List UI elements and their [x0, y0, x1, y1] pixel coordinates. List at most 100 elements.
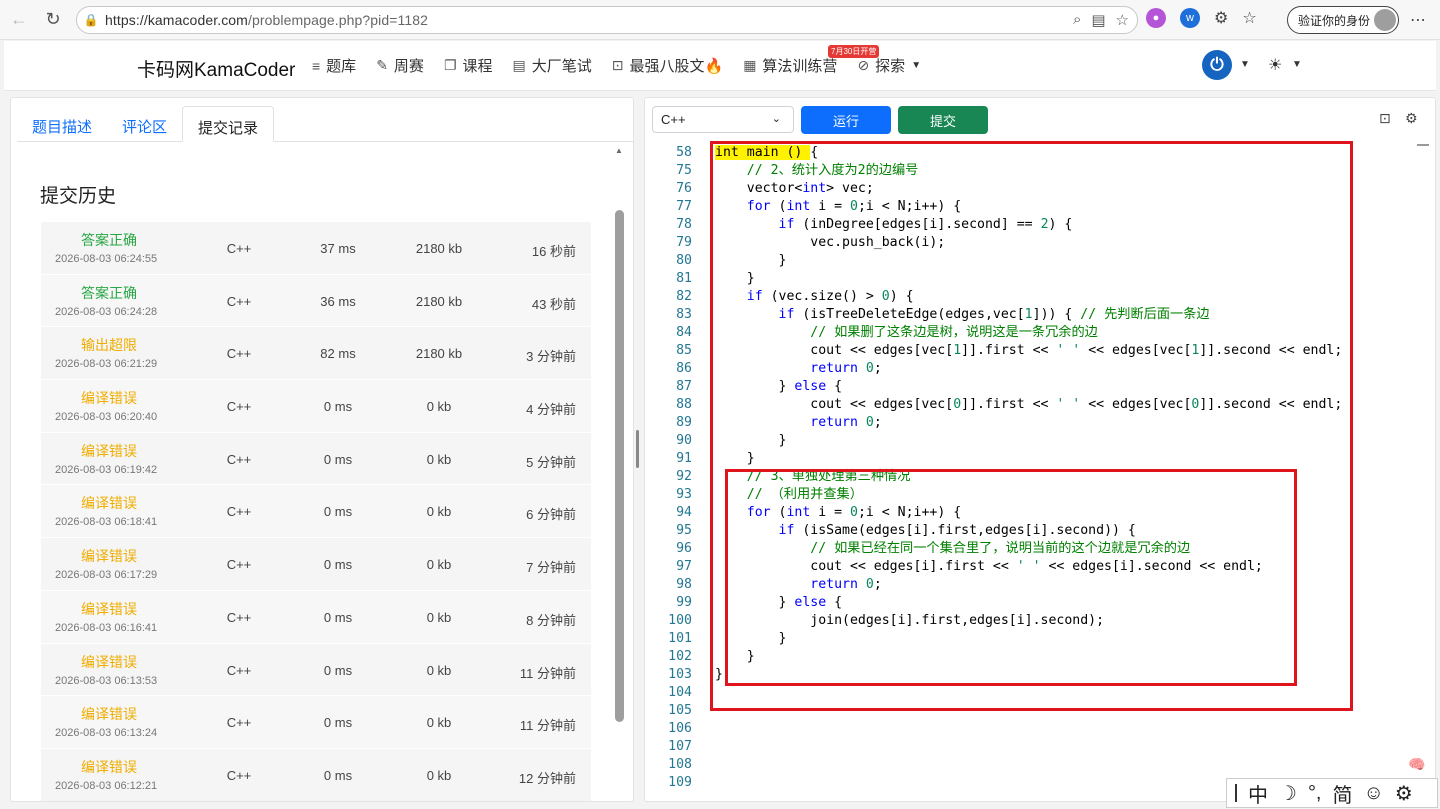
address-bar[interactable]: 🔒 https://kamacoder.com/problempage.php?…: [76, 6, 1138, 34]
code-line[interactable]: 86 return 0;: [653, 360, 1413, 378]
ime-settings-icon[interactable]: ⚙: [1395, 781, 1413, 806]
theme-sun-icon[interactable]: ☀: [1268, 55, 1282, 75]
code-line[interactable]: 89 return 0;: [653, 414, 1413, 432]
submission-row[interactable]: 编译错误 2026-08-03 06:17:29 C++ 0 ms 0 kb 7 分钟前: [41, 538, 591, 591]
code-line[interactable]: 75 // 2、统计入度为2的边编号: [653, 162, 1413, 180]
submission-row[interactable]: 编译错误 2026-08-03 06:19:42 C++ 0 ms 0 kb 5 分钟前: [41, 432, 591, 486]
scrollbar-thumb[interactable]: [615, 210, 624, 722]
code-line[interactable]: 83 if (isTreeDeleteEdge(edges,vec[1])) {…: [653, 306, 1413, 324]
submission-status[interactable]: 编译错误: [41, 493, 177, 513]
favorites-bar-icon[interactable]: ☆: [1242, 8, 1256, 28]
favorite-icon[interactable]: ☆: [1116, 11, 1129, 29]
extension-w-icon[interactable]: w: [1180, 8, 1200, 28]
code-line[interactable]: 77 for (int i = 0;i < N;i++) {: [653, 198, 1413, 216]
code-line[interactable]: 92 // 3、单独处理第三种情况: [653, 468, 1413, 486]
more-options-icon[interactable]: ⋯: [1410, 10, 1426, 30]
code-format-icon[interactable]: ⊡: [1379, 110, 1391, 127]
code-line[interactable]: 101 }: [653, 630, 1413, 648]
chevron-down-icon[interactable]: ▼: [1292, 59, 1302, 70]
tab-2[interactable]: 提交记录: [182, 106, 275, 142]
code-line[interactable]: 96 // 如果已经在同一个集合里了，说明当前的这个边就是冗余的边: [653, 540, 1413, 558]
submission-row[interactable]: 编译错误 2026-08-03 06:18:41 C++ 0 ms 0 kb 6 分钟前: [41, 485, 591, 539]
submission-status[interactable]: 编译错误: [41, 546, 177, 566]
run-button[interactable]: 运行: [801, 106, 891, 134]
zoom-icon[interactable]: ⌕: [1073, 11, 1081, 29]
submission-row[interactable]: 编译错误 2026-08-03 06:13:53 C++ 0 ms 0 kb 11 分钟前: [41, 643, 591, 697]
code-line[interactable]: 85 cout << edges[vec[1]].first << ' ' <<…: [653, 342, 1413, 360]
menu-item[interactable]: ❐ 课程: [444, 55, 493, 76]
code-line[interactable]: 103}: [653, 666, 1413, 684]
code-line[interactable]: 93 // （利用并查集）: [653, 486, 1413, 504]
back-icon[interactable]: ←: [4, 5, 34, 35]
code-line[interactable]: 79 vec.push_back(i);: [653, 234, 1413, 252]
chevron-down-icon[interactable]: ▼: [1240, 59, 1250, 70]
tab-0[interactable]: 题目描述: [17, 106, 107, 141]
editor-scrollbar[interactable]: [1417, 144, 1429, 146]
language-select[interactable]: C++ ⌄: [652, 106, 794, 133]
code-line[interactable]: 94 for (int i = 0;i < N;i++) {: [653, 504, 1413, 522]
submission-status[interactable]: 编译错误: [41, 757, 177, 777]
code-line[interactable]: 87 } else {: [653, 378, 1413, 396]
ime-emoji-icon[interactable]: ☺: [1364, 782, 1384, 805]
tab-1[interactable]: 评论区: [107, 106, 182, 141]
submission-status[interactable]: 输出超限: [41, 335, 177, 355]
reader-icon[interactable]: ▤: [1091, 11, 1105, 29]
code-line[interactable]: 97 cout << edges[i].first << ' ' << edge…: [653, 558, 1413, 576]
code-line[interactable]: 98 return 0;: [653, 576, 1413, 594]
menu-item[interactable]: ⊡ 最强八股文🔥: [612, 55, 723, 76]
submission-row[interactable]: 编译错误 2026-08-03 06:13:24 C++ 0 ms 0 kb 11 分钟前: [41, 696, 591, 749]
code-line[interactable]: 107: [653, 738, 1413, 756]
reload-icon[interactable]: ↻: [38, 5, 68, 35]
settings-gear-icon[interactable]: ⚙: [1405, 110, 1418, 127]
ime-punct-icon[interactable]: °,: [1308, 782, 1322, 805]
submission-row[interactable]: 答案正确 2026-08-03 06:24:28 C++ 36 ms 2180 kb 43…: [41, 274, 591, 328]
menu-item[interactable]: ▤ 大厂笔试: [513, 55, 592, 76]
ime-simplified-icon[interactable]: 简: [1333, 779, 1353, 808]
menu-item[interactable]: ✎ 周赛: [376, 55, 424, 76]
code-line[interactable]: 84 // 如果删了这条边是树，说明这是一条冗余的边: [653, 324, 1413, 342]
code-line[interactable]: 80 }: [653, 252, 1413, 270]
code-line[interactable]: 102 }: [653, 648, 1413, 666]
submission-status[interactable]: 答案正确: [41, 283, 177, 303]
submission-status[interactable]: 编译错误: [41, 388, 177, 408]
code-line[interactable]: 76 vector<int> vec;: [653, 180, 1413, 198]
power-icon[interactable]: ⏻: [1202, 50, 1232, 80]
ime-moon-icon[interactable]: ☽: [1279, 781, 1297, 806]
code-line[interactable]: 95 if (isSame(edges[i].first,edges[i].se…: [653, 522, 1413, 540]
code-line[interactable]: 91 }: [653, 450, 1413, 468]
code-line[interactable]: 108: [653, 756, 1413, 774]
code-line[interactable]: 78 if (inDegree[edges[i].second] == 2) {: [653, 216, 1413, 234]
submit-button[interactable]: 提交: [898, 106, 988, 134]
code-line[interactable]: 90 }: [653, 432, 1413, 450]
menu-item[interactable]: ▦ 算法训练营: [743, 55, 837, 76]
submission-status[interactable]: 编译错误: [41, 441, 177, 461]
code-line[interactable]: 100 join(edges[i].first,edges[i].second)…: [653, 612, 1413, 630]
site-brand[interactable]: 卡码网KamaCoder: [137, 55, 295, 82]
submission-status[interactable]: 答案正确: [41, 230, 177, 250]
code-line[interactable]: 99 } else {: [653, 594, 1413, 612]
scroll-up-icon[interactable]: ▲: [615, 146, 623, 155]
scrollbar[interactable]: ▲: [614, 146, 624, 801]
submission-row[interactable]: 答案正确 2026-08-03 06:24:55 C++ 37 ms 2180 kb 16…: [41, 222, 591, 275]
submission-status[interactable]: 编译错误: [41, 599, 177, 619]
submission-status[interactable]: 编译错误: [41, 704, 177, 724]
ime-mode-icon[interactable]: 中: [1248, 779, 1268, 808]
submission-row[interactable]: 输出超限 2026-08-03 06:21:29 C++ 82 ms 2180 kb 3 …: [41, 327, 591, 381]
code-editor[interactable]: 58 int main () {75 // 2、统计入度为2的边编号 76 vect…: [653, 142, 1413, 800]
submission-row[interactable]: 编译错误 2026-08-03 06:12:21 C++ 0 ms 0 kb 12 分钟前: [41, 748, 591, 801]
submission-status[interactable]: 编译错误: [41, 652, 177, 672]
extension-brain-icon[interactable]: ●: [1146, 8, 1166, 28]
code-line[interactable]: 105: [653, 702, 1413, 720]
submission-row[interactable]: 编译错误 2026-08-03 06:20:40 C++ 0 ms 0 kb 4 分钟前: [41, 380, 591, 433]
code-line[interactable]: 106: [653, 720, 1413, 738]
code-line[interactable]: 81 }: [653, 270, 1413, 288]
code-line[interactable]: 58 int main () {: [653, 144, 1413, 162]
code-line[interactable]: 88 cout << edges[vec[0]].first << ' ' <<…: [653, 396, 1413, 414]
code-line[interactable]: 104: [653, 684, 1413, 702]
panel-splitter[interactable]: [636, 430, 639, 468]
profile-button[interactable]: 验证你的身份: [1287, 6, 1399, 34]
extensions-puzzle-icon[interactable]: ⚙: [1214, 8, 1228, 28]
menu-item[interactable]: ≡ 题库: [312, 55, 356, 76]
copilot-brain-icon[interactable]: 🧠: [1408, 756, 1428, 774]
code-line[interactable]: 82 if (vec.size() > 0) {: [653, 288, 1413, 306]
